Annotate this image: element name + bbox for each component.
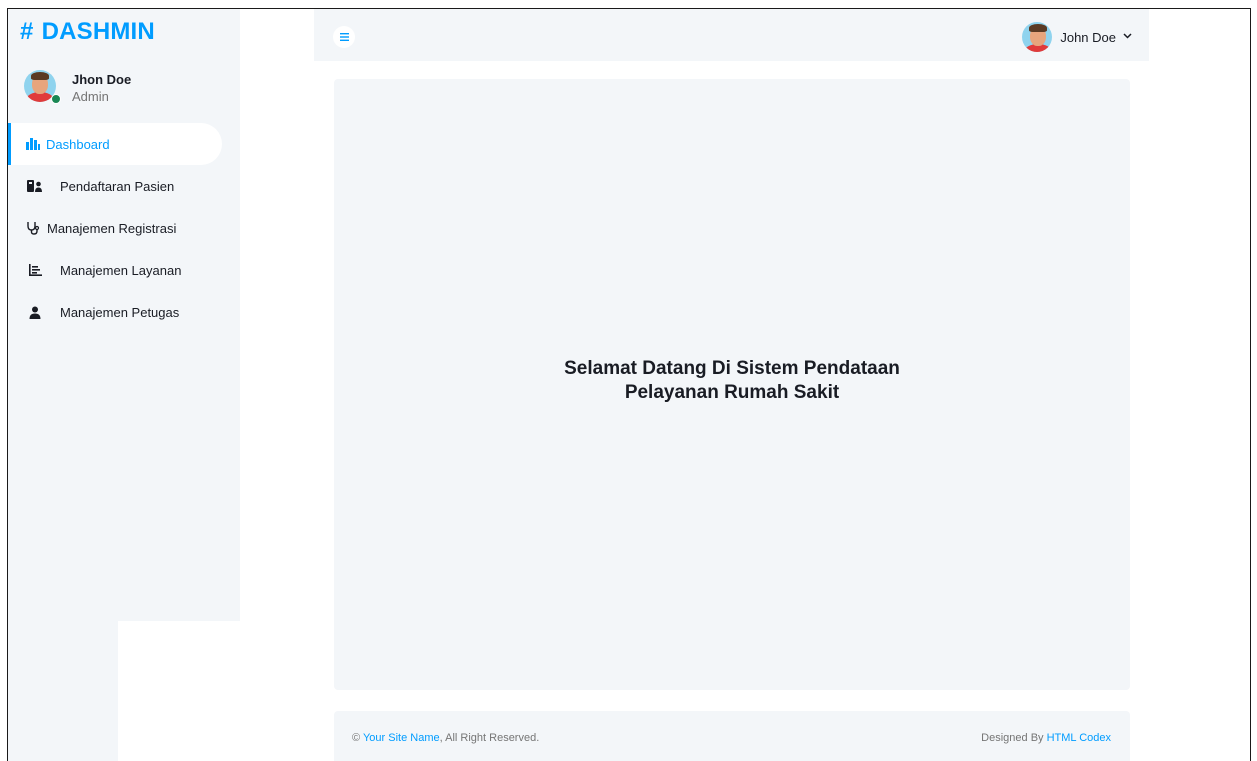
copyright-symbol: © <box>352 732 361 744</box>
topbar-user-name: John Doe <box>1060 29 1116 45</box>
brand-logo[interactable]: # DASHMIN <box>20 18 155 46</box>
list-chart-icon <box>24 259 46 281</box>
sidebar-item-label: Manajemen Registrasi <box>47 220 177 236</box>
sidebar-item-label: Manajemen Layanan <box>60 262 182 278</box>
sidebar-item-manajemen-petugas[interactable]: Manajemen Petugas <box>8 291 240 333</box>
rights-text: , All Right Reserved. <box>439 732 540 744</box>
footer-copyright: © Your Site Name, All Right Reserved. <box>352 732 539 744</box>
sidebar-item-manajemen-registrasi[interactable]: Manajemen Registrasi <box>8 207 240 249</box>
sidebar-item-label: Pendaftaran Pasien <box>60 178 175 194</box>
sidebar-item-label: Manajemen Petugas <box>60 304 180 320</box>
welcome-line-1: Selamat Datang Di Sistem Pendataan <box>564 358 900 379</box>
designed-by-text: Designed By <box>981 732 1044 744</box>
dashboard-icon <box>24 133 42 155</box>
sidebar-user-name: Jhon Doe <box>72 72 132 87</box>
footer: © Your Site Name, All Right Reserved. De… <box>334 711 1130 761</box>
brand-name: DASHMIN <box>41 18 155 45</box>
sidebar-user-role: Admin <box>72 89 109 104</box>
designer-link[interactable]: HTML Codex <box>1047 732 1111 744</box>
sidebar-item-dashboard[interactable]: Dashboard <box>8 123 222 165</box>
stethoscope-icon <box>22 217 44 239</box>
avatar <box>1022 22 1053 52</box>
sidebar-toggle-button[interactable] <box>333 26 355 48</box>
footer-credit: Designed By HTML Codex <box>981 732 1111 744</box>
welcome-heading: Selamat Datang Di Sistem Pendataan Pelay… <box>334 357 1130 405</box>
menu-icon <box>339 33 349 41</box>
patient-registration-icon <box>24 175 46 197</box>
sidebar-nav: Dashboard Pendaftaran Pasien Manajemen R… <box>8 123 240 333</box>
welcome-line-2: Pelayanan Rumah Sakit <box>624 382 840 403</box>
user-dropdown[interactable]: John Doe <box>1022 21 1132 53</box>
sidebar-item-pendaftaran-pasien[interactable]: Pendaftaran Pasien <box>8 165 240 207</box>
sidebar-item-manajemen-layanan[interactable]: Manajemen Layanan <box>8 249 240 291</box>
main-content-panel: Selamat Datang Di Sistem Pendataan Pelay… <box>334 79 1130 690</box>
online-status-dot <box>51 94 61 104</box>
sidebar-extension <box>8 621 118 761</box>
sidebar-item-label: Dashboard <box>46 136 110 152</box>
hashtag-icon: # <box>20 18 34 45</box>
user-icon <box>24 301 46 323</box>
topbar: John Doe <box>314 9 1149 61</box>
chevron-down-icon <box>1123 33 1132 41</box>
site-name-link[interactable]: Your Site Name <box>363 732 440 744</box>
